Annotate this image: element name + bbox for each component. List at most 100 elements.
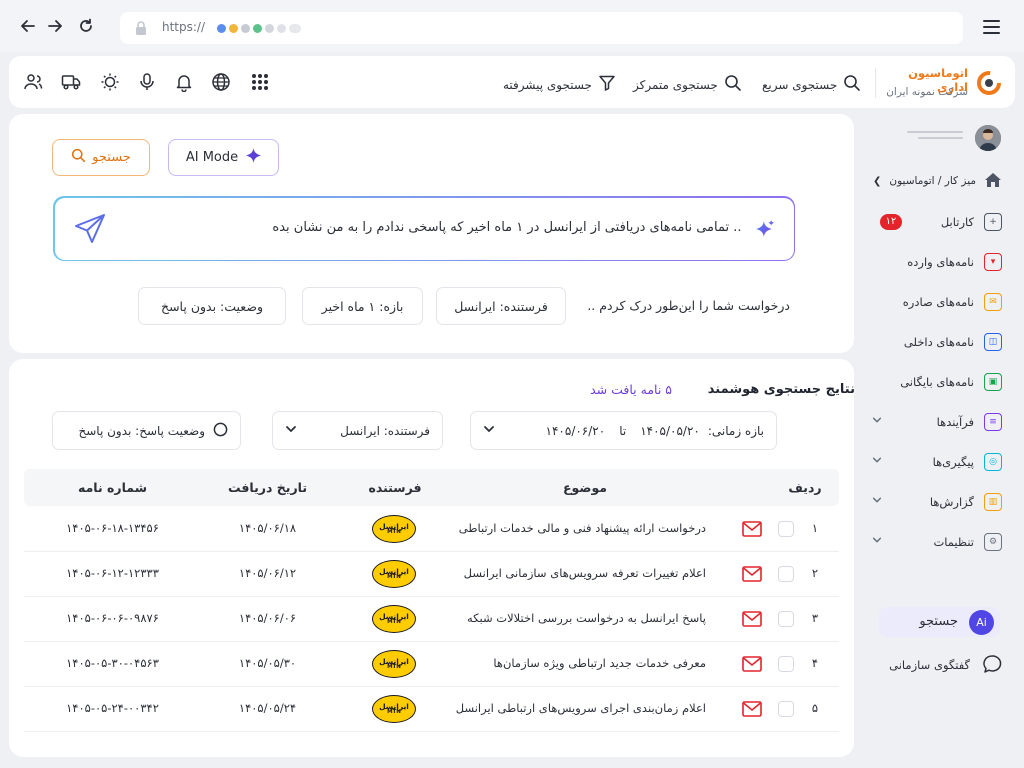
mail-out-icon: ✉ xyxy=(984,293,1002,311)
hamburger-menu-icon[interactable] xyxy=(983,20,1000,34)
sidebar-item[interactable]: نامه‌های داخلی ◫ xyxy=(862,330,1002,354)
quick-search-button[interactable]: جستجوی سریع xyxy=(762,74,861,95)
sidebar-item-label: گزارش‌ها xyxy=(929,495,974,509)
focused-search-label: جستجوی متمرکز xyxy=(633,77,718,92)
ai-badge[interactable]: Ai xyxy=(969,610,994,635)
chevron-down-icon[interactable] xyxy=(872,495,882,508)
search-icon xyxy=(843,74,861,95)
brand-subtitle: شرکت نمونه ایران xyxy=(886,86,968,98)
sender-filter[interactable]: فرستنده: ایرانسل xyxy=(272,411,443,450)
row-checkbox[interactable] xyxy=(778,521,794,537)
row-divider xyxy=(24,551,839,552)
ai-prompt-input[interactable]: .. تمامی نامه‌های دریافتی از ایرانسل در … xyxy=(53,196,795,261)
date-range-label: بازه زمانی: xyxy=(707,423,764,438)
sidebar-item-label: فرآیندها xyxy=(936,415,974,429)
url-mask-dot xyxy=(229,24,238,33)
search-button[interactable]: جستجو xyxy=(52,139,150,176)
column-header-date: تاریخ دریافت xyxy=(227,480,308,495)
breadcrumb[interactable]: ❮ میز کار / اتوماسیون xyxy=(862,172,1002,190)
url-text: https:// xyxy=(162,20,206,34)
bell-icon[interactable] xyxy=(174,72,194,92)
mail-icon[interactable] xyxy=(742,566,762,582)
logo-line2: MTN xyxy=(387,664,401,670)
sparkle-icon xyxy=(246,148,262,167)
sun-icon[interactable] xyxy=(100,72,120,92)
mail-icon[interactable] xyxy=(742,656,762,672)
sidebar-chat[interactable]: گفتگوی سازمانی xyxy=(870,654,1002,675)
column-header-row: ردیف xyxy=(788,480,822,495)
sidebar-item-label: نامه‌های صادره xyxy=(902,295,974,309)
logo-line2: MTN xyxy=(387,574,401,580)
forward-arrow-icon[interactable] xyxy=(45,17,65,37)
quick-search-label: جستجوی سریع xyxy=(762,77,838,92)
row-checkbox[interactable] xyxy=(778,611,794,627)
irancell-logo: ایرانسل MTN xyxy=(372,515,416,543)
chip-period[interactable]: بازه: ۱ ماه اخیر xyxy=(302,287,423,325)
url-mask-dot xyxy=(265,24,274,33)
sidebar-item[interactable]: نامه‌های صادره ✉ xyxy=(862,290,1002,314)
search-button-label: جستجو xyxy=(92,150,131,165)
focused-search-button[interactable]: جستجوی متمرکز xyxy=(633,74,742,95)
sidebar-item-label: نامه‌های بایگانی xyxy=(900,375,974,389)
row-subject[interactable]: پاسخ ایرانسل به درخواست بررسی اختلالات ش… xyxy=(450,611,706,625)
row-subject[interactable]: اعلام زمان‌بندی اجرای سرویس‌های ارتباطی … xyxy=(450,701,706,715)
brand-logo-icon[interactable] xyxy=(976,70,1002,96)
mail-icon[interactable] xyxy=(742,701,762,717)
microphone-icon[interactable] xyxy=(137,72,157,92)
search-icon xyxy=(724,74,742,95)
row-index: ۵ xyxy=(811,701,819,715)
date-range-filter[interactable]: بازه زمانی: ۱۴۰۵/۰۵/۲۰ تا ۱۴۰۵/۰۶/۲۰ xyxy=(470,411,777,450)
advanced-search-button[interactable]: جستجوی پیشرفته xyxy=(503,74,616,95)
row-subject[interactable]: اعلام تغییرات تعرفه سرویس‌های سازمانی ای… xyxy=(450,566,706,580)
sender-filter-label: فرستنده: ایرانسل xyxy=(340,423,430,438)
url-mask-dot xyxy=(277,24,286,33)
irancell-logo: ایرانسل MTN xyxy=(372,695,416,723)
users-icon[interactable] xyxy=(23,72,43,92)
chevron-down-icon[interactable] xyxy=(872,415,882,428)
reload-icon[interactable] xyxy=(76,17,96,37)
sidebar-item[interactable]: فرآیندها ≡ xyxy=(862,410,1002,434)
row-divider xyxy=(24,731,839,732)
filter-icon xyxy=(598,74,616,95)
send-icon[interactable] xyxy=(73,212,107,249)
back-arrow-icon[interactable] xyxy=(18,17,38,37)
chevron-down-icon xyxy=(285,423,297,438)
results-count: ۵ نامه یافت شد xyxy=(590,382,672,397)
mail-icon[interactable] xyxy=(742,521,762,537)
row-divider xyxy=(24,641,839,642)
row-checkbox[interactable] xyxy=(778,701,794,717)
chip-sender[interactable]: فرستنده: ایرانسل xyxy=(436,287,566,325)
row-date: ۱۴۰۵/۰۵/۲۴ xyxy=(238,701,297,715)
chip-status[interactable]: وضعیت: بدون پاسخ xyxy=(138,287,286,325)
chevron-down-icon[interactable] xyxy=(872,535,882,548)
chevron-left-icon: ❮ xyxy=(873,175,882,187)
sidebar-item[interactable]: نامه‌های وارده ▾ xyxy=(862,250,1002,274)
row-index: ۳ xyxy=(811,611,819,625)
irancell-logo: ایرانسل MTN xyxy=(372,560,416,588)
inbox-in-icon: ▾ xyxy=(984,253,1002,271)
row-number: ۱۴۰۵-۰۶-۱۸-۱۳۴۵۶ xyxy=(66,521,159,535)
truck-icon[interactable] xyxy=(61,72,81,92)
sidebar-item[interactable]: گزارش‌ها ▥ xyxy=(862,490,1002,514)
lock-icon xyxy=(134,20,148,39)
row-subject[interactable]: درخواست ارائه پیشنهاد فنی و مالی خدمات ا… xyxy=(450,521,706,535)
url-mask-dot xyxy=(217,24,226,33)
toolbar-divider xyxy=(875,68,876,98)
row-date: ۱۴۰۵/۰۵/۳۰ xyxy=(238,656,297,670)
sidebar-item-label: پیگیری‌ها xyxy=(932,455,974,469)
sidebar-item[interactable]: پیگیری‌ها ◎ xyxy=(862,450,1002,474)
chevron-down-icon[interactable] xyxy=(872,455,882,468)
sidebar-item[interactable]: نامه‌های بایگانی ▣ xyxy=(862,370,1002,394)
row-checkbox[interactable] xyxy=(778,566,794,582)
sidebar-item[interactable]: تنظیمات ⚙ xyxy=(862,530,1002,554)
row-subject[interactable]: معرفی خدمات جدید ارتباطی ویژه سازمان‌ها xyxy=(450,656,706,670)
reply-status-filter[interactable]: وضعیت پاسخ: بدون پاسخ xyxy=(52,411,241,450)
row-checkbox[interactable] xyxy=(778,656,794,672)
ai-mode-button[interactable]: AI Mode xyxy=(168,139,279,176)
url-mask-dot xyxy=(253,24,262,33)
apps-grid-icon[interactable] xyxy=(250,72,270,92)
avatar[interactable] xyxy=(975,125,1001,151)
mail-icon[interactable] xyxy=(742,611,762,627)
globe-icon[interactable] xyxy=(211,72,231,92)
logo-line2: MTN xyxy=(387,529,401,535)
